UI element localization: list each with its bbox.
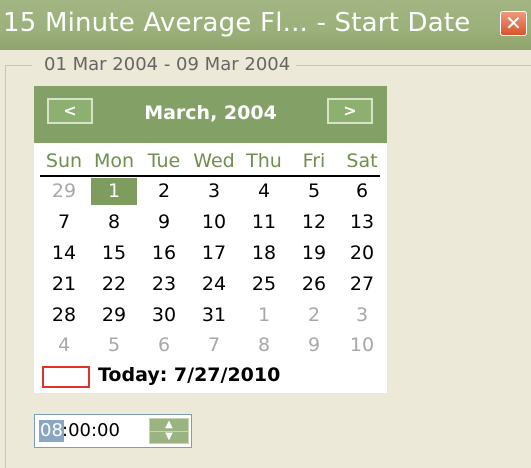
calendar-day[interactable]: 27 bbox=[339, 271, 385, 298]
calendar-header: < March, 2004 > bbox=[34, 86, 387, 143]
calendar-day[interactable]: 31 bbox=[191, 302, 237, 329]
weekday-label: Mon bbox=[93, 150, 135, 172]
calendar-day[interactable]: 20 bbox=[339, 240, 385, 267]
weekday-label: Sat bbox=[346, 150, 378, 172]
spin-down-button[interactable]: ▼ bbox=[150, 431, 188, 443]
calendar-day[interactable]: 14 bbox=[41, 240, 87, 267]
calendar-day[interactable]: 4 bbox=[241, 178, 287, 205]
calendar-day[interactable]: 19 bbox=[291, 240, 337, 267]
weekday-label: Sun bbox=[45, 150, 83, 172]
calendar-day[interactable]: 22 bbox=[91, 271, 137, 298]
weekday-label: Fri bbox=[302, 150, 326, 172]
calendar-day[interactable]: 23 bbox=[141, 271, 187, 298]
title-bar: 15 Minute Average Fl... - Start Date ✕ bbox=[0, 0, 531, 50]
calendar-day[interactable]: 13 bbox=[339, 209, 385, 236]
window-title: 15 Minute Average Fl... - Start Date bbox=[3, 8, 471, 38]
calendar-day[interactable]: 4 bbox=[41, 332, 87, 359]
calendar-day[interactable]: 2 bbox=[291, 302, 337, 329]
chevron-right-icon: > bbox=[343, 101, 357, 120]
calendar-day[interactable]: 10 bbox=[339, 332, 385, 359]
calendar-day[interactable]: 6 bbox=[141, 332, 187, 359]
calendar-day[interactable]: 26 bbox=[291, 271, 337, 298]
calendar-day[interactable]: 3 bbox=[191, 178, 237, 205]
calendar-day[interactable]: 5 bbox=[91, 332, 137, 359]
weekday-label: Thu bbox=[246, 150, 282, 172]
next-month-button[interactable]: > bbox=[327, 98, 373, 124]
weekday-header-row: Sun Mon Tue Wed Thu Fri Sat bbox=[34, 150, 387, 174]
calendar-day[interactable]: 29 bbox=[41, 178, 87, 205]
close-icon: ✕ bbox=[505, 11, 522, 35]
calendar-day[interactable]: 29 bbox=[91, 302, 137, 329]
calendar-day[interactable]: 15 bbox=[91, 240, 137, 267]
calendar-day[interactable]: 8 bbox=[241, 332, 287, 359]
date-range-label: 01 Mar 2004 - 09 Mar 2004 bbox=[32, 54, 297, 75]
calendar: < March, 2004 > Sun Mon Tue Wed Thu Fri Sat 29… bbox=[34, 86, 387, 393]
calendar-day[interactable]: 16 bbox=[141, 240, 187, 267]
weekday-divider bbox=[40, 175, 380, 177]
calendar-day[interactable]: 24 bbox=[191, 271, 237, 298]
calendar-day[interactable]: 10 bbox=[191, 209, 237, 236]
calendar-day[interactable]: 9 bbox=[141, 209, 187, 236]
weekday-label: Wed bbox=[193, 150, 235, 172]
calendar-day[interactable]: 7 bbox=[41, 209, 87, 236]
calendar-day[interactable]: 18 bbox=[241, 240, 287, 267]
calendar-day[interactable]: 5 bbox=[291, 178, 337, 205]
calendar-day[interactable]: 7 bbox=[191, 332, 237, 359]
time-minutes-seconds[interactable]: :00:00 bbox=[62, 420, 120, 442]
calendar-day[interactable]: 8 bbox=[91, 209, 137, 236]
calendar-day[interactable]: 21 bbox=[41, 271, 87, 298]
calendar-day[interactable]: 1 bbox=[91, 178, 137, 205]
time-spinner[interactable]: ▲ ▼ bbox=[149, 418, 189, 444]
today-label[interactable]: Today: 7/27/2010 bbox=[98, 364, 280, 386]
calendar-day[interactable]: 30 bbox=[141, 302, 187, 329]
calendar-day[interactable]: 17 bbox=[191, 240, 237, 267]
calendar-day[interactable]: 28 bbox=[41, 302, 87, 329]
time-hour-field[interactable]: 08 bbox=[39, 420, 64, 442]
today-marker bbox=[42, 366, 90, 388]
calendar-day[interactable]: 25 bbox=[241, 271, 287, 298]
calendar-day[interactable]: 6 bbox=[339, 178, 385, 205]
range-group-border-left bbox=[5, 65, 6, 468]
close-button[interactable]: ✕ bbox=[500, 11, 527, 36]
calendar-day[interactable]: 3 bbox=[339, 302, 385, 329]
weekday-label: Tue bbox=[147, 150, 181, 172]
chevron-up-icon: ▲ bbox=[165, 419, 173, 430]
calendar-day[interactable]: 1 bbox=[241, 302, 287, 329]
calendar-day[interactable]: 12 bbox=[291, 209, 337, 236]
calendar-day[interactable]: 2 bbox=[141, 178, 187, 205]
calendar-day[interactable]: 11 bbox=[241, 209, 287, 236]
time-input[interactable]: 08 :00:00 ▲ ▼ bbox=[34, 414, 192, 448]
chevron-down-icon: ▼ bbox=[165, 431, 173, 442]
calendar-day[interactable]: 9 bbox=[291, 332, 337, 359]
